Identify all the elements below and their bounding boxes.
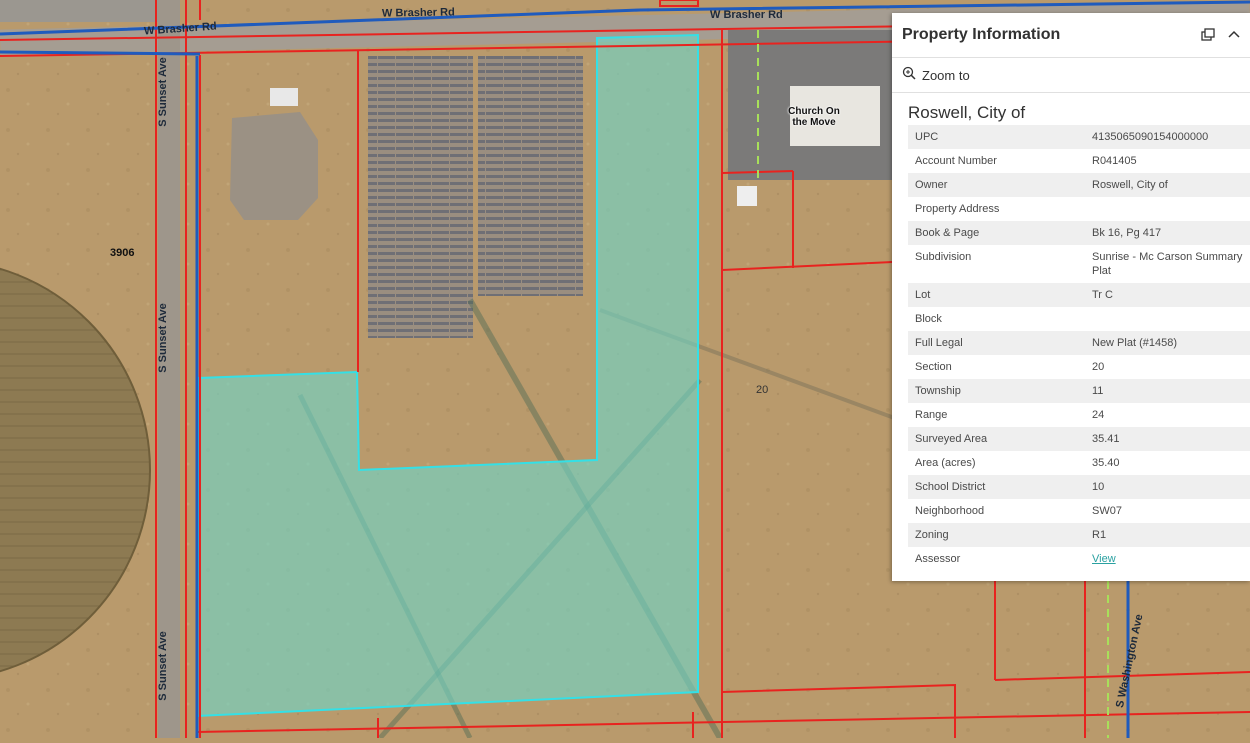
road-label-sunset-2: S Sunset Ave <box>156 303 169 373</box>
attribute-table: UPC 4135065090154000000 Account Number R041… <box>908 125 1250 571</box>
attribute-key: Account Number <box>915 155 997 167</box>
attribute-key: Subdivision <box>915 251 972 263</box>
feature-title: Roswell, City of <box>908 103 1026 122</box>
property-info-panel: Property Information Zoom to Roswell, Ci… <box>892 13 1250 581</box>
attribute-key: Assessor <box>915 553 961 565</box>
attribute-key: Block <box>915 313 942 325</box>
zoom-to-button[interactable]: Zoom to <box>892 58 1250 93</box>
small-building <box>737 186 757 206</box>
attribute-value: View <box>1085 547 1250 571</box>
road-label-brasher-3: W Brasher Rd <box>710 9 783 21</box>
solar-field-b <box>478 56 583 296</box>
attribute-key: Lot <box>915 289 931 301</box>
tank-building <box>270 88 298 106</box>
attribute-row: School District 10 <box>908 475 1250 499</box>
attribute-key: Section <box>915 361 952 373</box>
assessor-view-link[interactable]: View <box>1092 553 1116 565</box>
attribute-key: Property Address <box>915 203 1000 215</box>
attribute-value: New Plat (#1458) <box>1092 337 1177 349</box>
attribute-key: Owner <box>915 179 948 191</box>
attribute-key: Surveyed Area <box>915 433 988 445</box>
road-label-sunset-1: S Sunset Ave <box>156 57 169 127</box>
zoom-to-label: Zoom to <box>922 67 970 83</box>
attribute-value: 10 <box>1092 481 1105 493</box>
attribute-key: Area (acres) <box>915 457 976 469</box>
attribute-value <box>1085 197 1250 221</box>
parcel-label-20: 20 <box>756 384 769 396</box>
attribute-row: Full Legal New Plat (#1458) <box>908 331 1250 355</box>
attribute-row: Property Address <box>908 197 1250 221</box>
attribute-value: Bk 16, Pg 417 <box>1092 227 1162 239</box>
attribute-key: School District <box>915 481 986 493</box>
road-label-brasher-2: W Brasher Rd <box>381 6 455 20</box>
parcel-label-3906: 3906 <box>110 247 135 259</box>
solar-field-a <box>368 56 473 338</box>
attribute-value: Sunrise - Mc Carson Summary Plat <box>1092 251 1243 277</box>
attribute-key: Zoning <box>915 529 949 541</box>
attribute-value: R1 <box>1092 529 1107 541</box>
zoom-in-icon <box>902 66 916 85</box>
attribute-row: Lot Tr C <box>908 283 1250 307</box>
attribute-row: Zoning R1 <box>908 523 1250 547</box>
attribute-row: Assessor View <box>908 547 1250 571</box>
dock-icon[interactable] <box>1198 25 1218 45</box>
place-label-church: Church On the Move <box>788 106 840 128</box>
attribute-row: Neighborhood SW07 <box>908 499 1250 523</box>
panel-title: Property Information <box>902 26 1061 43</box>
attribute-value <box>1085 307 1250 331</box>
attribute-row: Range 24 <box>908 403 1250 427</box>
attribute-value: 11 <box>1092 385 1104 397</box>
attribute-row: Surveyed Area 35.41 <box>908 427 1250 451</box>
attribute-value: 24 <box>1092 409 1105 421</box>
attribute-value: 35.40 <box>1092 457 1120 469</box>
attribute-value: 20 <box>1092 361 1105 373</box>
attribute-row: UPC 4135065090154000000 <box>908 125 1250 149</box>
attribute-row: Owner Roswell, City of <box>908 173 1250 197</box>
attribute-key: Range <box>915 409 948 421</box>
panel-header: Property Information <box>892 13 1250 58</box>
tank-compound <box>230 112 318 220</box>
attribute-row: Section 20 <box>908 355 1250 379</box>
attribute-row: Account Number R041405 <box>908 149 1250 173</box>
attribute-value: SW07 <box>1092 505 1122 517</box>
attribute-row: Book & Page Bk 16, Pg 417 <box>908 221 1250 245</box>
storage-lot <box>0 0 160 22</box>
attribute-value: 4135065090154000000 <box>1092 131 1209 143</box>
attribute-key: Full Legal <box>915 337 963 349</box>
attribute-row: Block <box>908 307 1250 331</box>
chevron-up-icon[interactable] <box>1224 25 1244 45</box>
attribute-value: 35.41 <box>1092 433 1120 445</box>
attribute-row: Area (acres) 35.40 <box>908 451 1250 475</box>
attribute-key: Township <box>915 385 961 397</box>
road-label-sunset-3: S Sunset Ave <box>156 631 169 701</box>
attribute-value: R041405 <box>1092 155 1137 167</box>
attribute-key: Book & Page <box>915 227 980 239</box>
attribute-key: Neighborhood <box>915 505 985 517</box>
attribute-row: Subdivision Sunrise - Mc Carson Summary P… <box>908 245 1250 283</box>
attribute-value: Roswell, City of <box>1092 179 1168 191</box>
attribute-row: Township 11 <box>908 379 1250 403</box>
attribute-key: UPC <box>915 131 939 143</box>
attribute-value: Tr C <box>1092 289 1113 301</box>
